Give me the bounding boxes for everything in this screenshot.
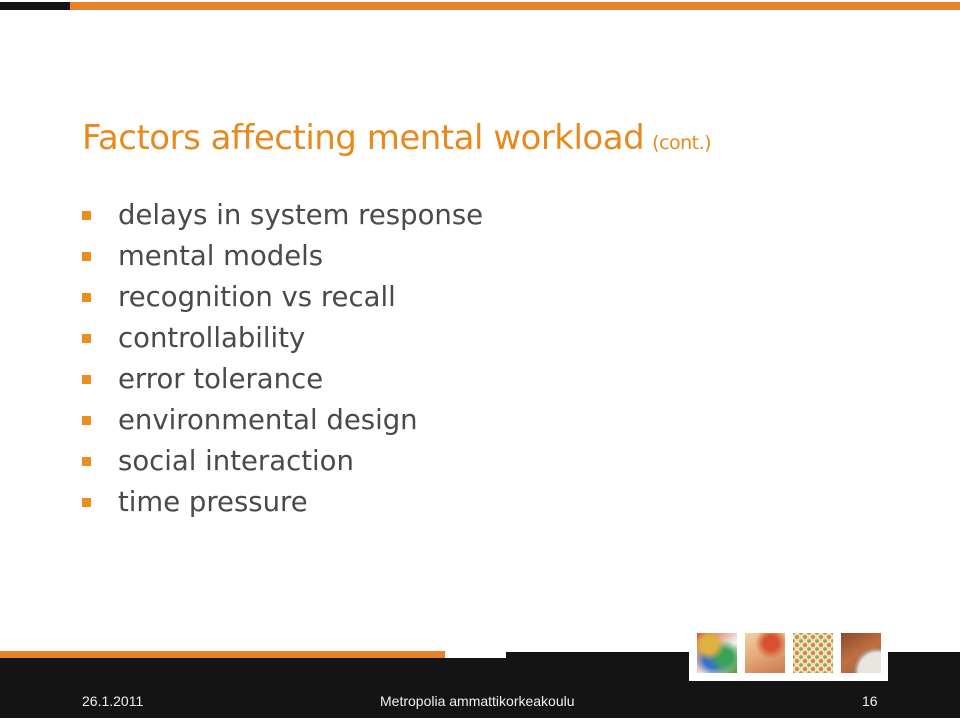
footer-bar-left [0,658,506,718]
square-bullet-icon [82,293,91,302]
brown-curve-image [841,633,881,673]
page-number: 16 [862,693,878,709]
list-item: environmental design [82,399,483,440]
footer-date: 26.1.2011 [82,693,144,709]
list-item-text: controllability [118,321,306,354]
top-bar-accent [70,2,960,10]
square-bullet-icon [82,252,91,261]
footer-organization: Metropolia ammattikorkeakoulu [380,693,575,709]
square-bullet-icon [82,498,91,507]
bullet-list: delays in system response mental models … [82,194,483,522]
slide-title: Factors affecting mental workload (cont.) [82,118,712,158]
list-item-text: social interaction [118,444,354,477]
list-item: error tolerance [82,358,483,399]
list-item: delays in system response [82,194,483,235]
list-item-text: environmental design [118,403,418,436]
slide-title-main: Factors affecting mental workload [82,118,645,158]
dotted-pattern-image [793,633,833,673]
footer-accent-bar [0,651,445,658]
square-bullet-icon [82,375,91,384]
slide-title-suffix: (cont.) [652,132,712,154]
list-item: social interaction [82,440,483,481]
list-item-text: time pressure [118,485,308,518]
list-item: mental models [82,235,483,276]
square-bullet-icon [82,211,91,220]
square-bullet-icon [82,457,91,466]
square-bullet-icon [82,334,91,343]
list-item: time pressure [82,481,483,522]
list-item-text: error tolerance [118,362,324,395]
list-item-text: delays in system response [118,198,484,231]
red-sketch-image [745,633,785,673]
list-item-text: mental models [118,239,324,272]
square-bullet-icon [82,416,91,425]
list-item-text: recognition vs recall [118,280,396,313]
list-item: controllability [82,317,483,358]
list-item: recognition vs recall [82,276,483,317]
abstract-paint-image [697,633,737,673]
top-bar-dark-segment [0,2,70,10]
